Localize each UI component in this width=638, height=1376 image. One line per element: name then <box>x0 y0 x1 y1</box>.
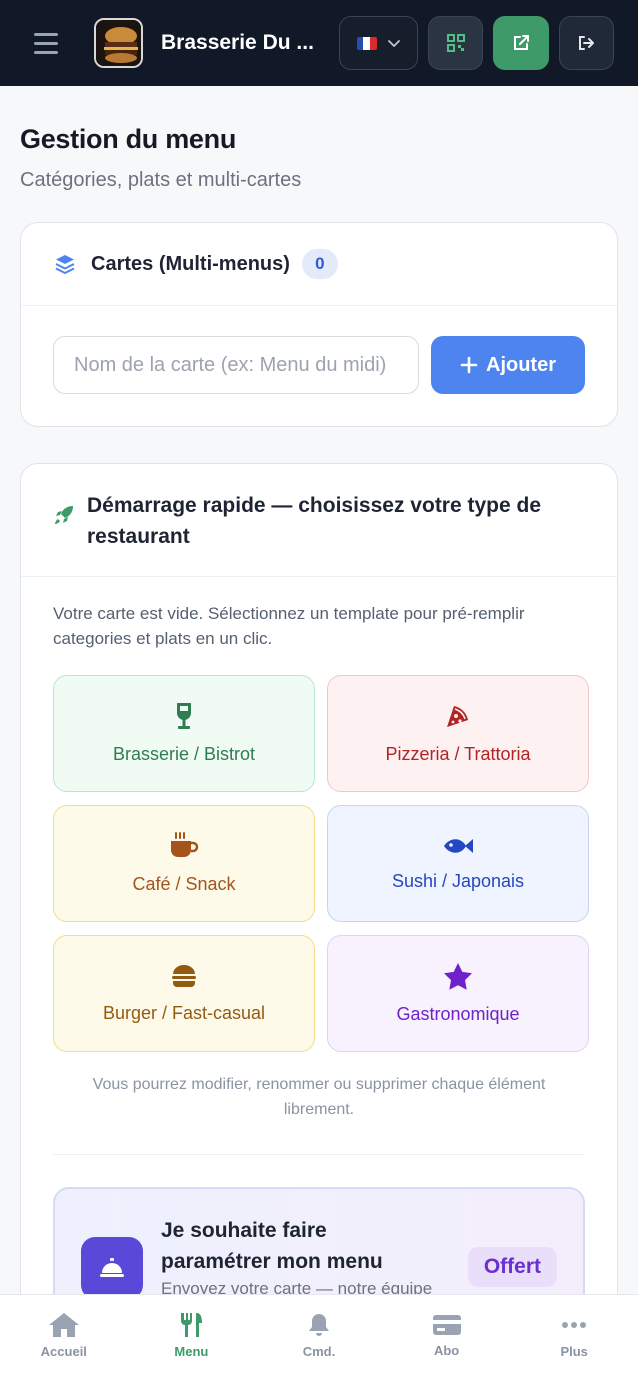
page-subtitle: Catégories, plats et multi-cartes <box>20 169 302 191</box>
page-title: Gestion du menu <box>20 124 237 154</box>
offer-subtitle: Envoyez votre carte — notre équipe <box>161 1279 433 1294</box>
menus-count-badge: 0 <box>301 249 338 279</box>
quick-start-note: Vous pourrez modifier, renommer ou suppr… <box>92 1076 546 1118</box>
wine-glass-icon <box>177 703 191 729</box>
quick-start-title: Démarrage rapide — choisissez votre type… <box>87 494 542 548</box>
credit-card-icon <box>432 1315 461 1335</box>
plus-icon <box>460 356 478 374</box>
offer-badge: Offert <box>467 1247 557 1287</box>
nav-label: Plus <box>560 1344 588 1359</box>
home-icon <box>48 1313 79 1337</box>
quick-start-body: Votre carte est vide. Sélectionnez un te… <box>21 577 617 1294</box>
logout-button[interactable] <box>558 16 615 70</box>
hamburger-icon[interactable] <box>34 26 68 60</box>
template-label: Sushi / Japonais <box>391 871 525 891</box>
nav-item-accueil[interactable]: Accueil <box>0 1295 128 1376</box>
template-brasserie[interactable]: Brasserie / Bistrot <box>53 675 315 792</box>
nav-label: Cmd. <box>302 1344 336 1359</box>
language-select[interactable] <box>339 16 419 70</box>
rocket-icon <box>55 506 73 524</box>
template-label: Pizzeria / Trattoria <box>385 744 531 764</box>
nav-item-abonnement[interactable]: Abo <box>383 1295 511 1376</box>
qr-code-icon <box>446 34 465 52</box>
divider <box>53 1154 585 1155</box>
template-grid: Brasserie / Bistrot Pizzeria / Trattoria <box>53 675 589 1052</box>
coffee-icon <box>171 832 199 857</box>
burger-icon <box>172 965 196 987</box>
template-label: Brasserie / Bistrot <box>112 744 256 764</box>
service-bell-icon <box>81 1237 143 1294</box>
qr-code-button[interactable] <box>428 16 484 70</box>
nav-label: Abo <box>433 1343 460 1358</box>
multi-menus-header: Cartes (Multi-menus) 0 <box>21 223 617 306</box>
template-label: Gastronomique <box>396 1004 520 1024</box>
layers-icon <box>55 255 75 274</box>
fish-icon <box>444 839 473 853</box>
template-burger[interactable]: Burger / Fast-casual <box>53 935 315 1052</box>
nav-label: Accueil <box>40 1344 87 1359</box>
offer-text: Je souhaite faire paramétrer mon menu En… <box>161 1215 432 1294</box>
quick-start-description: Votre carte est vide. Sélectionnez un te… <box>53 604 525 648</box>
template-pizzeria[interactable]: Pizzeria / Trattoria <box>327 675 589 792</box>
template-sushi[interactable]: Sushi / Japonais <box>327 805 589 922</box>
template-label: Café / Snack <box>132 874 236 894</box>
bottom-nav: Accueil Menu Cmd. Abo Plus <box>0 1294 638 1376</box>
logout-icon <box>579 36 595 50</box>
star-icon <box>444 963 472 990</box>
template-gastronomique[interactable]: Gastronomique <box>327 935 589 1052</box>
multi-menus-title: Cartes (Multi-menus) <box>91 252 290 275</box>
restaurant-logo <box>93 18 143 68</box>
external-link-icon <box>514 35 530 50</box>
france-flag-icon <box>356 36 377 50</box>
menu-setup-offer[interactable]: Je souhaite faire paramétrer mon menu En… <box>53 1187 585 1294</box>
quick-start-header: Démarrage rapide — choisissez votre type… <box>21 464 617 577</box>
more-dots-icon <box>562 1322 587 1328</box>
offer-title: Je souhaite faire paramétrer mon menu <box>161 1219 383 1273</box>
utensils-icon <box>181 1313 203 1337</box>
bell-icon <box>308 1314 329 1336</box>
menu-name-input[interactable] <box>53 336 419 394</box>
nav-item-plus[interactable]: Plus <box>510 1295 638 1376</box>
multi-menus-card: Cartes (Multi-menus) 0 Ajouter <box>20 222 618 427</box>
main-content: Gestion du menu Catégories, plats et mul… <box>0 86 638 1294</box>
pizza-icon <box>447 706 468 727</box>
quick-start-card: Démarrage rapide — choisissez votre type… <box>20 463 618 1294</box>
template-label: Burger / Fast-casual <box>102 1003 266 1023</box>
add-menu-button[interactable]: Ajouter <box>431 336 585 394</box>
open-public-menu-button[interactable] <box>493 16 549 70</box>
nav-item-commandes[interactable]: Cmd. <box>255 1295 383 1376</box>
top-bar: Brasserie Du ... <box>0 0 638 86</box>
template-cafe[interactable]: Café / Snack <box>53 805 315 922</box>
add-menu-label: Ajouter <box>486 353 556 376</box>
chevron-down-icon <box>387 40 400 47</box>
restaurant-name: Brasserie Du ... <box>161 31 314 54</box>
nav-label: Menu <box>174 1344 209 1359</box>
add-menu-row: Ajouter <box>21 306 617 426</box>
nav-item-menu[interactable]: Menu <box>128 1295 256 1376</box>
